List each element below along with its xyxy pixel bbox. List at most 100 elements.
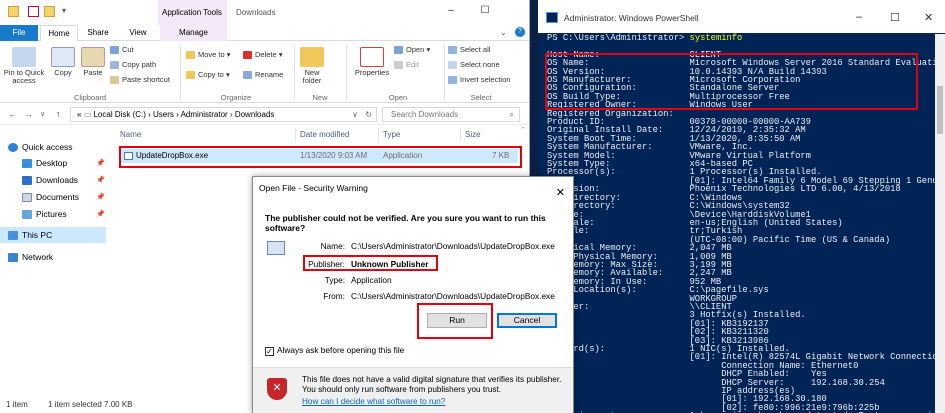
move-to-button[interactable]: Move to ▾ xyxy=(186,49,231,61)
console-prompt: PS C:\Users\Administrator> xyxy=(547,33,690,43)
rename-button[interactable]: Rename xyxy=(243,69,283,81)
edit-button[interactable]: Edit xyxy=(394,59,419,71)
pin-icon: 📌 xyxy=(96,177,105,184)
paste-shortcut-icon xyxy=(110,76,119,84)
help-link[interactable]: How can I decide what software to run? xyxy=(302,397,445,406)
address-bar[interactable]: « ▭ Local Disk (C:) › Users › Administra… xyxy=(70,107,377,122)
pin-icon: 📌 xyxy=(96,160,105,167)
minimize-icon[interactable]: – xyxy=(856,11,862,23)
drive-icon: ▭ xyxy=(83,110,94,119)
close-icon[interactable]: ✕ xyxy=(924,11,933,24)
documents-icon xyxy=(22,193,32,202)
paste-shortcut-label: Paste shortcut xyxy=(122,75,170,84)
dialog-warning-footer: ✕ This file does not have a valid digita… xyxy=(253,367,573,413)
always-ask-label: Always ask before opening this file xyxy=(277,345,405,355)
security-warning-dialog: Open File - Security Warning ✕ The publi… xyxy=(252,176,574,413)
group-clipboard-label: Clipboard xyxy=(73,93,107,102)
column-header-type[interactable]: Type xyxy=(383,130,400,139)
column-header-date[interactable]: Date modified xyxy=(300,130,349,139)
from-label: From: xyxy=(323,291,345,301)
refresh-icon[interactable]: ↻ xyxy=(365,108,372,121)
nav-documents[interactable]: Documents xyxy=(22,190,79,204)
select-all-button[interactable]: Select all xyxy=(448,44,490,56)
dialog-title-bar: Open File - Security Warning ✕ xyxy=(253,177,573,199)
ribbon-separator xyxy=(180,45,181,100)
new-folder-quick-icon[interactable] xyxy=(44,6,55,17)
pin-quick-access-button[interactable]: Pin to Quick access xyxy=(2,47,46,85)
invert-selection-label: Invert selection xyxy=(460,75,511,84)
desktop-icon xyxy=(22,159,32,168)
move-to-label: Move to xyxy=(198,50,225,59)
copy-button[interactable]: Copy xyxy=(50,47,76,77)
copy-path-button[interactable]: Copy path xyxy=(110,59,156,71)
breadcrumb-administrator[interactable]: Administrator xyxy=(181,110,228,119)
nav-desktop-label: Desktop xyxy=(36,158,68,168)
download-icon xyxy=(22,176,32,185)
tab-share[interactable]: Share xyxy=(80,25,116,41)
nav-desktop[interactable]: Desktop xyxy=(22,156,67,170)
search-icon: ⌕ xyxy=(509,110,514,119)
paste-button[interactable]: Paste xyxy=(80,47,106,77)
maximize-icon[interactable]: ☐ xyxy=(890,11,900,24)
nav-network[interactable]: Network xyxy=(8,250,53,264)
column-header-size[interactable]: Size xyxy=(465,130,481,139)
tab-view[interactable]: View xyxy=(120,25,156,41)
console-prompt-line: PS C:\Users\Administrator> systeminfo xyxy=(547,33,939,43)
cut-label: Cut xyxy=(122,45,134,54)
column-divider xyxy=(460,128,461,142)
address-dropdown-icon[interactable]: ∨ xyxy=(352,108,358,121)
properties-quick-icon[interactable] xyxy=(28,6,39,17)
nav-this-pc[interactable]: This PC xyxy=(8,228,52,242)
always-ask-checkbox[interactable]: ✓ Always ask before opening this file xyxy=(265,345,404,356)
search-input[interactable]: Search Downloads ⌕ xyxy=(382,107,520,122)
group-organize-label: Organize xyxy=(220,93,252,102)
new-folder-button[interactable]: New folder xyxy=(298,47,326,85)
scrollbar-thumb[interactable] xyxy=(937,86,943,134)
properties-icon xyxy=(360,47,384,67)
tab-manage[interactable]: Manage xyxy=(160,25,227,41)
delete-icon xyxy=(243,51,252,59)
console-scrollbar[interactable] xyxy=(935,34,945,413)
scroll-up-icon[interactable]: ⌃ xyxy=(520,126,529,140)
app-tools-label: Application Tools xyxy=(162,8,222,17)
forward-arrow-icon[interactable]: → xyxy=(24,109,33,119)
help-icon[interactable]: ? xyxy=(515,27,525,37)
minimize-icon[interactable]: – xyxy=(438,5,464,19)
powershell-title-bar: Administrator: Windows PowerShell – ☐ ✕ xyxy=(538,0,945,33)
breadcrumb-users[interactable]: Users xyxy=(153,110,174,119)
select-none-button[interactable]: Select none xyxy=(448,59,500,71)
paste-shortcut-button[interactable]: Paste shortcut xyxy=(110,74,170,86)
console-command: systeminfo xyxy=(689,33,743,43)
maximize-icon[interactable]: ☐ xyxy=(472,5,498,19)
address-overflow[interactable]: « xyxy=(77,110,81,119)
open-icon xyxy=(394,46,403,54)
highlight-box-publisher xyxy=(303,255,438,271)
type-value: Application xyxy=(351,275,392,285)
delete-button[interactable]: Delete ▾ xyxy=(243,49,283,61)
breadcrumb-local-disk[interactable]: Local Disk (C:) xyxy=(93,110,145,119)
ribbon-collapse-icon[interactable]: ⌄ xyxy=(500,28,507,37)
new-folder-label: New folder xyxy=(302,68,322,85)
back-arrow-icon[interactable]: ← xyxy=(8,109,17,119)
select-none-label: Select none xyxy=(460,60,500,69)
cut-button[interactable]: Cut xyxy=(110,44,134,56)
column-header-name[interactable]: Name xyxy=(120,130,141,139)
up-arrow-icon[interactable]: ↑ xyxy=(56,109,61,119)
cancel-button[interactable]: Cancel xyxy=(497,313,557,328)
copy-to-button[interactable]: Copy to ▾ xyxy=(186,69,230,81)
tab-home[interactable]: Home xyxy=(40,25,78,42)
checkbox-checked-icon[interactable]: ✓ xyxy=(265,347,274,356)
nav-quick-access[interactable]: Quick access xyxy=(8,140,73,154)
invert-selection-button[interactable]: Invert selection xyxy=(448,74,510,86)
tab-file[interactable]: File xyxy=(0,25,38,41)
quick-access-dropdown-icon[interactable]: ▾ xyxy=(62,6,66,15)
application-icon xyxy=(267,241,285,255)
open-button[interactable]: Open ▾ xyxy=(394,44,430,56)
properties-button[interactable]: Properties xyxy=(350,47,394,77)
nav-pictures[interactable]: Pictures xyxy=(22,207,67,221)
status-selected: 1 item selected 7.00 KB xyxy=(48,400,133,409)
recent-locations-icon[interactable]: ∨ xyxy=(40,110,45,118)
nav-downloads[interactable]: Downloads xyxy=(22,173,78,187)
nav-downloads-label: Downloads xyxy=(36,175,79,185)
breadcrumb-downloads[interactable]: Downloads xyxy=(235,110,275,119)
